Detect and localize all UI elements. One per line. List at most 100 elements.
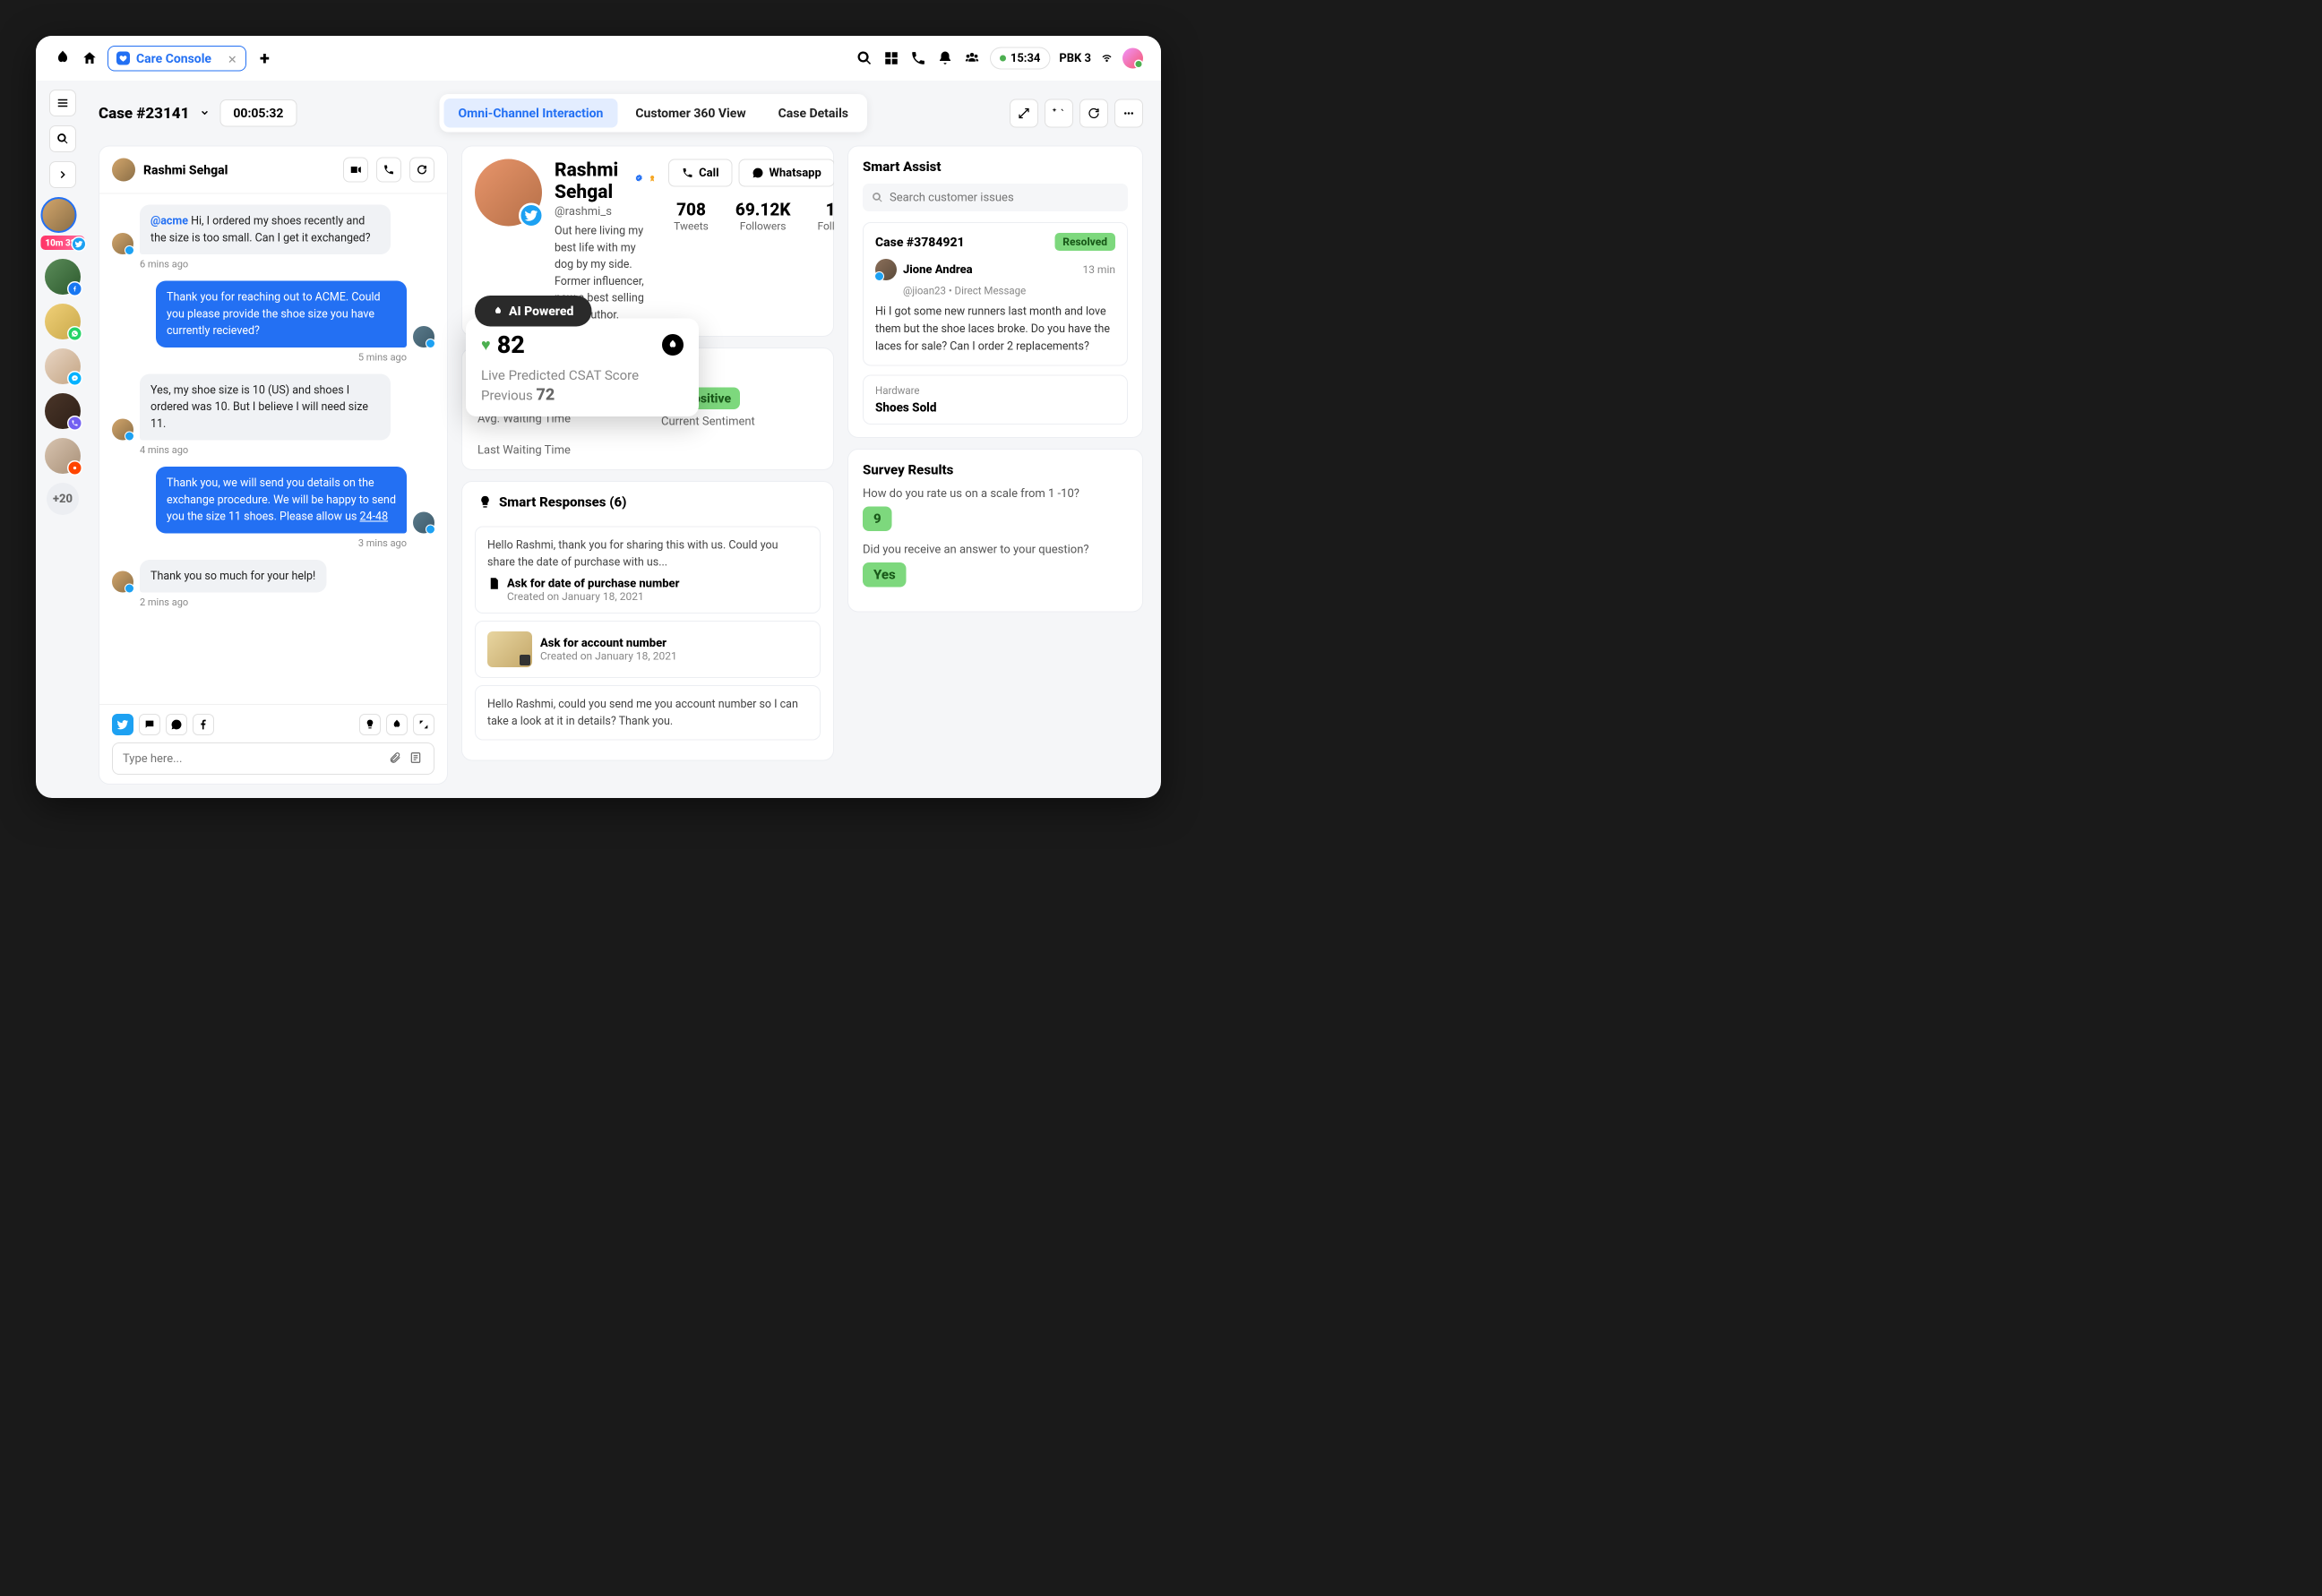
case-timer: 00:05:32 bbox=[219, 99, 297, 127]
more-conversations[interactable]: +20 bbox=[47, 483, 79, 515]
attach-icon[interactable] bbox=[389, 751, 403, 766]
search-icon bbox=[872, 192, 883, 203]
case-status-badge: Resolved bbox=[1054, 233, 1115, 251]
compose-input[interactable] bbox=[123, 752, 383, 766]
add-tab-button[interactable]: + bbox=[260, 47, 270, 69]
station-label: PBK 3 bbox=[1059, 52, 1091, 65]
conversation-item[interactable] bbox=[45, 438, 81, 474]
msg-time: 5 mins ago bbox=[140, 352, 407, 364]
related-case[interactable]: Case #3784921 Resolved Jione Andrea 13 m… bbox=[863, 222, 1128, 366]
suggestions-button[interactable] bbox=[359, 714, 381, 735]
voice-call-button[interactable] bbox=[376, 158, 401, 183]
call-button[interactable]: Call bbox=[668, 159, 732, 187]
message-out: Thank you for reaching out to ACME. Coul… bbox=[112, 281, 434, 348]
verified-icon bbox=[634, 174, 642, 188]
rail-search-button[interactable] bbox=[49, 125, 76, 152]
compose-box[interactable] bbox=[112, 742, 434, 775]
menu-button[interactable] bbox=[49, 90, 76, 116]
conversation-item[interactable] bbox=[45, 393, 81, 429]
online-dot bbox=[1000, 56, 1006, 62]
smart-assist-title: Smart Assist bbox=[863, 159, 1128, 176]
more-button[interactable] bbox=[1114, 99, 1143, 127]
msg-time: 4 mins ago bbox=[140, 445, 407, 457]
msg-avatar bbox=[112, 419, 133, 441]
tag-box: Hardware Shoes Sold bbox=[863, 375, 1128, 425]
sprinklr-leaf-icon bbox=[493, 305, 503, 316]
reddit-icon bbox=[67, 460, 82, 476]
tab-case-details[interactable]: Case Details bbox=[764, 99, 863, 128]
survey-question: How do you rate us on a scale from 1 -10… bbox=[863, 487, 1128, 501]
csat-score: 82 bbox=[497, 330, 525, 359]
channel-chat[interactable] bbox=[139, 714, 160, 735]
rail-expand-button[interactable] bbox=[49, 161, 76, 188]
conversation-item[interactable] bbox=[45, 304, 81, 339]
sprinklr-button[interactable] bbox=[386, 714, 408, 735]
message-in: @acme Hi, I ordered my shoes recently an… bbox=[112, 205, 434, 255]
assist-search[interactable] bbox=[863, 184, 1128, 211]
twitter-icon bbox=[72, 236, 87, 252]
chat-contact-name: Rashmi Sehgal bbox=[143, 162, 335, 177]
response-thumbnail bbox=[487, 631, 532, 667]
search-icon[interactable] bbox=[856, 49, 873, 67]
gold-badge-icon bbox=[649, 175, 656, 187]
ai-popover: AI Powered ♥ 82 Live Predicted CSAT Scor… bbox=[466, 296, 699, 416]
response-item[interactable]: Ask for account number Created on Januar… bbox=[475, 621, 821, 678]
messenger-icon bbox=[67, 371, 82, 386]
response-item[interactable]: Hello Rashmi, could you send me you acco… bbox=[475, 685, 821, 741]
close-tab-icon[interactable] bbox=[227, 53, 237, 64]
tweets-count: 708 bbox=[674, 201, 709, 220]
facebook-icon bbox=[67, 281, 82, 296]
channel-whatsapp[interactable] bbox=[166, 714, 187, 735]
users-icon[interactable] bbox=[963, 49, 981, 67]
conversation-item[interactable] bbox=[45, 348, 81, 384]
survey-answer: 9 bbox=[863, 507, 892, 532]
tab-omni-channel[interactable]: Omni-Channel Interaction bbox=[443, 99, 617, 128]
assist-search-input[interactable] bbox=[890, 191, 1119, 204]
case-dropdown-icon[interactable] bbox=[198, 106, 211, 120]
channel-twitter[interactable] bbox=[112, 714, 133, 735]
whatsapp-button[interactable]: Whatsapp bbox=[739, 159, 834, 187]
workspace-tab[interactable]: Care Console bbox=[108, 46, 246, 72]
channel-facebook[interactable] bbox=[193, 714, 214, 735]
ai-powered-pill: AI Powered bbox=[475, 296, 591, 327]
survey-question: Did you receive an answer to your questi… bbox=[863, 543, 1128, 556]
home-icon[interactable] bbox=[81, 49, 99, 67]
template-icon[interactable] bbox=[409, 751, 424, 766]
case-user-avatar bbox=[875, 259, 897, 280]
case-message: Hi I got some new runners last month and… bbox=[875, 304, 1115, 356]
magic-button[interactable] bbox=[1045, 99, 1073, 127]
view-tabs: Omni-Channel Interaction Customer 360 Vi… bbox=[439, 94, 867, 133]
message-in: Thank you so much for your help! bbox=[112, 560, 434, 593]
response-item[interactable]: Hello Rashmi, thank you for sharing this… bbox=[475, 527, 821, 614]
conversation-item[interactable] bbox=[45, 259, 81, 295]
last-wait-label: Last Waiting Time bbox=[477, 443, 634, 457]
conversation-item-active[interactable]: 10m 32s bbox=[40, 197, 84, 250]
sprinklr-logo-icon bbox=[662, 334, 684, 356]
care-icon bbox=[116, 52, 130, 65]
smart-responses-title: Smart Responses (6) bbox=[499, 494, 626, 511]
document-icon bbox=[487, 577, 501, 590]
chat-refresh-button[interactable] bbox=[409, 158, 434, 183]
expand-compose-button[interactable] bbox=[413, 714, 434, 735]
survey-answer: Yes bbox=[863, 562, 907, 588]
status-indicator[interactable]: 15:34 bbox=[990, 47, 1051, 70]
case-user-name: Jione Andrea bbox=[903, 263, 973, 277]
refresh-button[interactable] bbox=[1079, 99, 1108, 127]
bell-icon[interactable] bbox=[936, 49, 954, 67]
time-display: 15:34 bbox=[1010, 52, 1041, 65]
apps-icon[interactable] bbox=[882, 49, 900, 67]
msg-avatar bbox=[112, 571, 133, 593]
profile-name: Rashmi Sehgal bbox=[555, 159, 629, 203]
twitter-badge-icon bbox=[519, 203, 544, 228]
video-call-button[interactable] bbox=[343, 158, 368, 183]
tab-customer-360[interactable]: Customer 360 View bbox=[621, 99, 760, 128]
profile-avatar bbox=[475, 159, 542, 227]
case-time: 13 min bbox=[1082, 263, 1115, 276]
survey-title: Survey Results bbox=[863, 462, 1128, 478]
popout-button[interactable] bbox=[1010, 99, 1038, 127]
user-avatar[interactable] bbox=[1122, 48, 1143, 69]
tag-label: Hardware bbox=[875, 385, 1115, 398]
related-case-num: Case #3784921 bbox=[875, 235, 965, 250]
phone-icon[interactable] bbox=[909, 49, 927, 67]
wifi-icon bbox=[1100, 51, 1114, 66]
